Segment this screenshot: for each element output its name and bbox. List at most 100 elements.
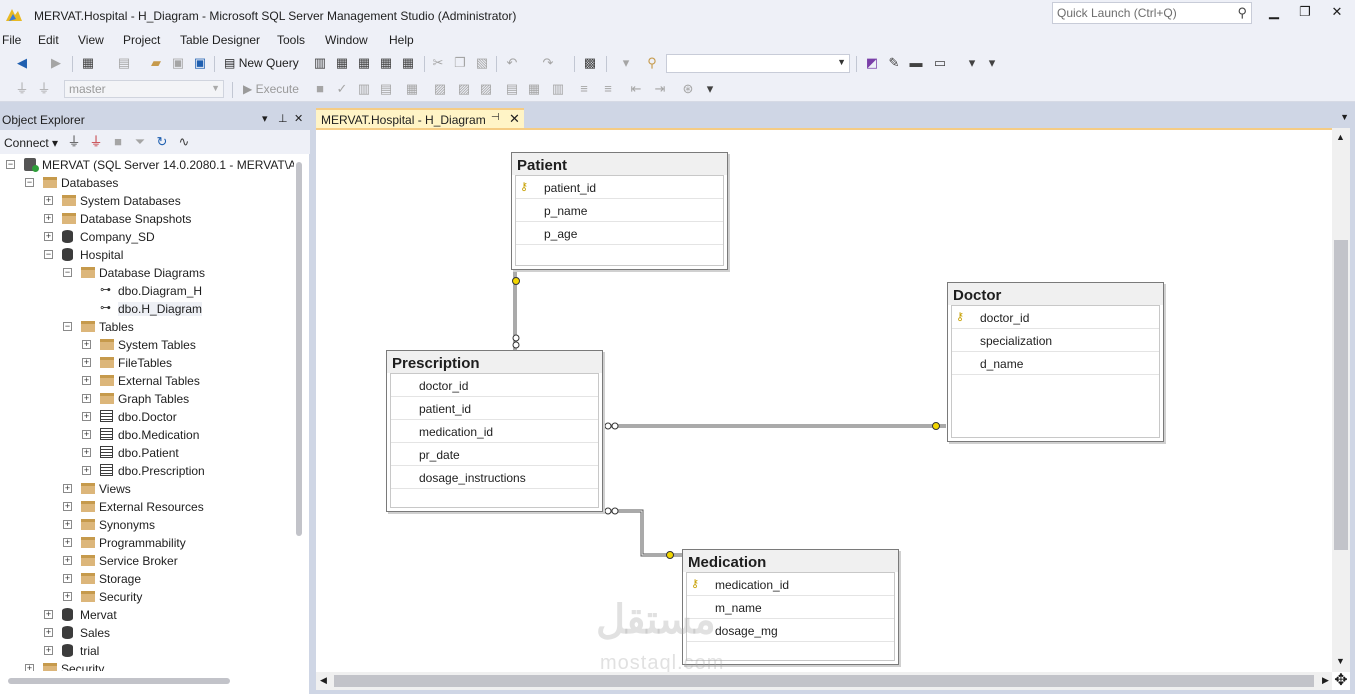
include-plan-icon[interactable]: ▨	[456, 81, 472, 97]
activity-monitor-icon[interactable]: ∿	[176, 134, 192, 150]
available-databases-select[interactable]: master ▼	[64, 80, 224, 98]
tree-node[interactable]: + Graph Tables	[0, 390, 294, 408]
paste-icon[interactable]: ▧	[474, 55, 490, 71]
pin-icon[interactable]: ⊣	[491, 112, 500, 123]
collapse-icon[interactable]: −	[25, 178, 34, 187]
tree-node[interactable]: + Company_SD	[0, 228, 294, 246]
solution-config-dropdown-icon[interactable]: ▾	[618, 55, 634, 71]
tree-node[interactable]: ⊶ dbo.Diagram_H	[0, 282, 294, 300]
save-all-icon[interactable]: ▣	[192, 55, 208, 71]
parse-check-icon[interactable]: ✓	[334, 81, 350, 97]
expand-icon[interactable]: +	[44, 628, 53, 637]
change-connection-icon[interactable]: ⏚	[36, 81, 52, 97]
expand-icon[interactable]: +	[63, 484, 72, 493]
add-item-icon[interactable]: ▤	[116, 55, 132, 71]
tree-node[interactable]: + dbo.Doctor	[0, 408, 294, 426]
tree-node[interactable]: + Views	[0, 480, 294, 498]
tree-node[interactable]: − Databases	[0, 174, 294, 192]
cut-icon[interactable]: ✂	[430, 55, 446, 71]
open-folder-icon[interactable]: ▰	[148, 55, 164, 71]
canvas-vertical-scrollbar[interactable]: ▲ ▼	[1332, 128, 1350, 672]
column-row[interactable]: ⚷ medication_id	[687, 573, 894, 596]
results-to-text-icon[interactable]: ▤	[504, 81, 520, 97]
increase-indent-icon[interactable]: ⇥	[652, 81, 668, 97]
column-row[interactable]: dosage_instructions	[391, 466, 598, 489]
expand-icon[interactable]: +	[82, 376, 91, 385]
query-options-icon[interactable]: ▦	[404, 81, 420, 97]
menu-view[interactable]: View	[78, 33, 104, 47]
close-button[interactable]: ✕	[1324, 4, 1350, 24]
expand-icon[interactable]: +	[82, 466, 91, 475]
display-plan-icon[interactable]: ▥	[356, 81, 372, 97]
activity-monitor-icon[interactable]: ▩	[582, 55, 598, 71]
scroll-thumb[interactable]	[334, 675, 1314, 687]
tree-node[interactable]: + trial	[0, 642, 294, 660]
filter-icon[interactable]: ⏷	[132, 134, 148, 150]
expand-icon[interactable]: +	[63, 574, 72, 583]
expand-icon[interactable]: +	[82, 430, 91, 439]
menu-project[interactable]: Project	[123, 33, 160, 47]
tree-node[interactable]: + Database Snapshots	[0, 210, 294, 228]
visual-studio-icon[interactable]: ◩	[864, 55, 880, 71]
menu-help[interactable]: Help	[389, 33, 414, 47]
tree-node[interactable]: + Sales	[0, 624, 294, 642]
close-icon[interactable]: ✕	[294, 112, 303, 125]
restore-button[interactable]: ❐	[1292, 4, 1318, 24]
table-patient[interactable]: Patient ⚷ patient_id p_name p_age	[511, 152, 728, 270]
stop-icon[interactable]: ■	[312, 81, 328, 97]
tree-node[interactable]: + System Databases	[0, 192, 294, 210]
execute-button[interactable]: ▶ Execute	[243, 82, 299, 96]
scroll-left-icon[interactable]: ◀	[320, 675, 327, 686]
properties-wrench-icon[interactable]: ✎	[886, 55, 902, 71]
table-prescription[interactable]: Prescription doctor_id patient_id medica…	[386, 350, 603, 512]
tree-node[interactable]: − Hospital	[0, 246, 294, 264]
tree-vertical-scrollbar[interactable]	[296, 162, 302, 536]
tree-node[interactable]: + Service Broker	[0, 552, 294, 570]
menu-window[interactable]: Window	[325, 33, 368, 47]
table-doctor[interactable]: Doctor ⚷ doctor_id specialization d_name	[947, 282, 1164, 442]
tree-node[interactable]: + FileTables	[0, 354, 294, 372]
collapse-icon[interactable]: −	[44, 250, 53, 259]
column-row[interactable]: d_name	[952, 352, 1159, 375]
tree-node[interactable]: + Storage	[0, 570, 294, 588]
command-window-icon[interactable]: ▭	[932, 55, 948, 71]
tree-node[interactable]: + External Tables	[0, 372, 294, 390]
dmx-query-icon[interactable]: ▦	[356, 55, 372, 71]
column-row[interactable]: p_name	[516, 199, 723, 222]
close-icon[interactable]: ✕	[509, 111, 520, 127]
new-project-icon[interactable]: ▦	[80, 55, 96, 71]
relationship-patient-prescription[interactable]	[512, 270, 520, 352]
redo-icon[interactable]: ↷	[540, 55, 556, 71]
find-combo[interactable]: ▼	[666, 54, 850, 73]
tree-node[interactable]: + External Resources	[0, 498, 294, 516]
tree-node[interactable]: + Mervat	[0, 606, 294, 624]
back-icon[interactable]: ◀	[14, 55, 30, 71]
save-icon[interactable]: ▣	[170, 55, 186, 71]
expand-icon[interactable]: +	[82, 448, 91, 457]
tree-node[interactable]: + dbo.Prescription	[0, 462, 294, 480]
expand-icon[interactable]: +	[82, 340, 91, 349]
pin-icon[interactable]: ⊥	[278, 112, 288, 125]
column-row[interactable]: ⚷ doctor_id	[952, 306, 1159, 329]
expand-icon[interactable]: +	[82, 412, 91, 421]
expand-icon[interactable]: +	[44, 196, 53, 205]
tree-node[interactable]: − Tables	[0, 318, 294, 336]
tree-node[interactable]: + Programmability	[0, 534, 294, 552]
menu-tools[interactable]: Tools	[277, 33, 305, 47]
collapse-icon[interactable]: −	[63, 322, 72, 331]
scroll-up-icon[interactable]: ▲	[1336, 132, 1345, 142]
refresh-icon[interactable]: ↻	[154, 134, 170, 150]
column-row[interactable]: ⚷ patient_id	[516, 176, 723, 199]
stop-icon[interactable]: ■	[110, 134, 126, 150]
query-design-icon[interactable]: ▤	[378, 81, 394, 97]
expand-icon[interactable]: +	[63, 502, 72, 511]
connect-button[interactable]: Connect ▾	[4, 136, 58, 150]
expand-icon[interactable]: +	[44, 646, 53, 655]
specify-values-icon[interactable]: ⊛	[680, 81, 696, 97]
new-query-button[interactable]: ▤ New Query	[224, 56, 299, 70]
column-row[interactable]: patient_id	[391, 397, 598, 420]
tree-node[interactable]: + System Tables	[0, 336, 294, 354]
menu-file[interactable]: File	[2, 33, 21, 47]
expand-icon[interactable]: +	[82, 394, 91, 403]
column-row[interactable]: p_age	[516, 222, 723, 245]
